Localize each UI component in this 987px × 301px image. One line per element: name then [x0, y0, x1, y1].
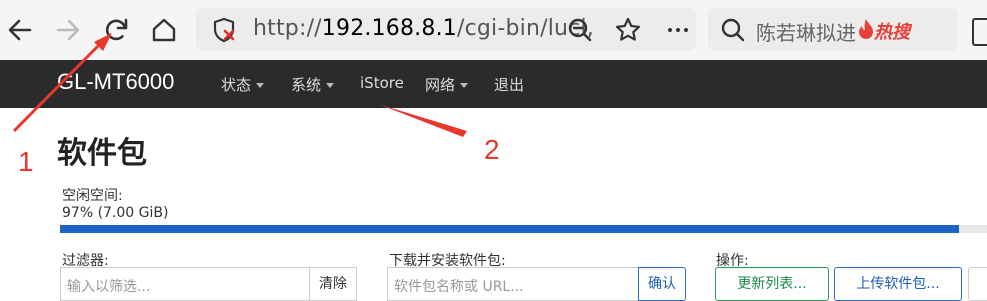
search-suggestion: 陈若琳拟进	[756, 21, 856, 45]
clear-button[interactable]: 清除	[309, 267, 357, 301]
nav-network-label: 网络	[425, 76, 456, 94]
nav-network[interactable]: 网络	[425, 74, 469, 95]
collections-icon[interactable]	[972, 18, 987, 46]
update-lists-button[interactable]: 更新列表...	[715, 267, 829, 301]
free-space-bar-fill	[60, 225, 960, 233]
zoom-icon[interactable]	[564, 14, 596, 46]
more-actions-button[interactable]	[968, 267, 987, 301]
forward-icon[interactable]	[52, 14, 84, 46]
nav-system[interactable]: 系统	[291, 74, 335, 95]
nav-system-label: 系统	[291, 76, 322, 94]
free-space-value: 97% (7.00 GiB)	[62, 205, 169, 221]
free-space-bar	[60, 225, 987, 233]
filter-input[interactable]: 输入以筛选...	[60, 267, 310, 301]
home-icon[interactable]	[148, 14, 180, 46]
annotation-number-2: 2	[484, 134, 500, 165]
free-space-label: 空闲空间:	[62, 188, 123, 204]
url-scheme: http://	[253, 16, 322, 41]
more-icon[interactable]	[662, 14, 694, 46]
chevron-down-icon	[326, 83, 335, 88]
nav-status-label: 状态	[221, 76, 252, 94]
chevron-down-icon	[460, 83, 469, 88]
url-host: 192.168.8.1	[321, 16, 457, 41]
nav-logout[interactable]: 退出	[494, 74, 524, 95]
package-url-placeholder: 软件包名称或 URL...	[394, 279, 524, 295]
star-icon[interactable]	[612, 14, 644, 46]
top-navbar: GL-MT6000 状态 系统 iStore 网络 退出	[0, 60, 987, 108]
annotation-number-1: 1	[18, 146, 34, 177]
nav-istore[interactable]: iStore	[360, 74, 404, 92]
filter-placeholder: 输入以筛选...	[67, 279, 151, 295]
hot-search-badge: 热搜	[874, 22, 910, 43]
reload-icon[interactable]	[100, 14, 132, 46]
nav-status[interactable]: 状态	[221, 74, 265, 95]
not-secure-icon[interactable]	[210, 16, 238, 44]
package-url-input[interactable]: 软件包名称或 URL...	[387, 267, 639, 301]
confirm-button[interactable]: 确认	[638, 267, 686, 301]
chevron-down-icon	[256, 83, 265, 88]
arrow-two-body	[378, 104, 467, 137]
upload-package-button[interactable]: 上传软件包...	[834, 267, 962, 301]
browser-toolbar: http://192.168.8.1/cgi-bin/luci, 陈若琳拟进 热…	[0, 0, 987, 60]
url-text[interactable]: http://192.168.8.1/cgi-bin/luci,	[253, 16, 594, 41]
search-icon	[720, 17, 746, 43]
brand-title[interactable]: GL-MT6000	[57, 69, 174, 95]
search-bar[interactable]: 陈若琳拟进 热搜	[708, 8, 958, 50]
page-title: 软件包	[57, 136, 147, 171]
back-icon[interactable]	[4, 14, 36, 46]
flame-icon	[858, 18, 874, 40]
